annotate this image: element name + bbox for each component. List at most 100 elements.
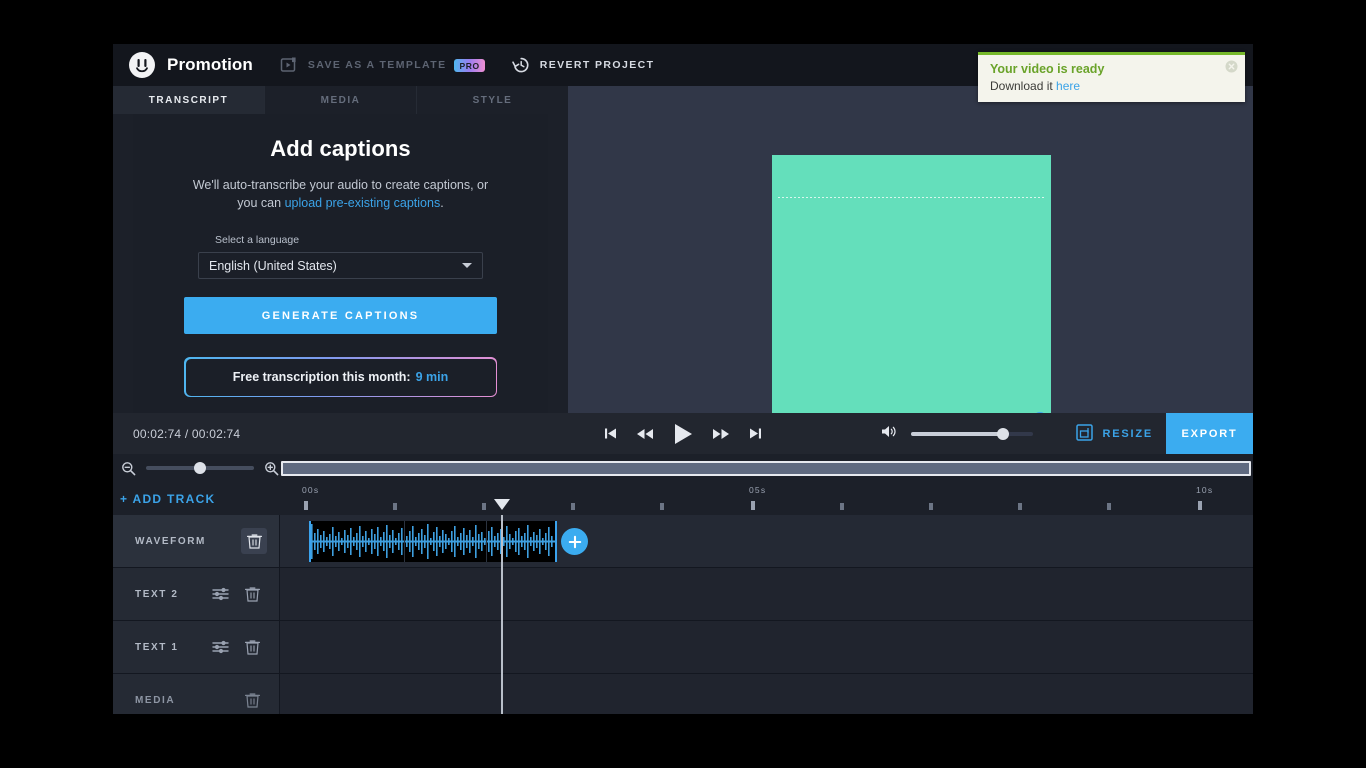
resize-label: RESIZE bbox=[1102, 427, 1153, 440]
track-label-text-1[interactable]: TEXT 1 bbox=[113, 621, 280, 673]
track-lane-waveform[interactable] bbox=[280, 515, 1253, 567]
ruler-tick bbox=[1018, 503, 1022, 510]
free-transcription-value: 9 min bbox=[415, 370, 449, 384]
toast-title: Your video is ready bbox=[990, 62, 1105, 76]
track-row-text-1: TEXT 1 bbox=[113, 621, 1253, 674]
zoom-out-icon[interactable] bbox=[121, 461, 136, 476]
track-lane-media[interactable] bbox=[280, 674, 1253, 714]
timecode-display: 00:02:74 / 00:02:74 bbox=[133, 426, 241, 441]
video-preview bbox=[568, 86, 1253, 435]
volume-slider-handle[interactable] bbox=[996, 427, 1009, 440]
ruler-tick bbox=[840, 503, 844, 510]
track-name: WAVEFORM bbox=[135, 535, 206, 547]
track-name: TEXT 1 bbox=[135, 641, 179, 653]
language-select[interactable]: English (United States) bbox=[198, 252, 483, 279]
waveform-clip[interactable] bbox=[309, 521, 557, 562]
project-title: Promotion bbox=[167, 55, 253, 74]
track-row-media: MEDIA bbox=[113, 674, 1253, 714]
upload-captions-link[interactable]: upload pre-existing captions bbox=[285, 196, 441, 210]
caption-guide-line bbox=[778, 197, 1045, 198]
play-icon[interactable] bbox=[672, 422, 694, 446]
resize-icon bbox=[1076, 423, 1094, 444]
page-title: Add captions bbox=[270, 136, 411, 161]
video-editor-app: Promotion SAVE AS A TEMPLATE PRO REVERT … bbox=[113, 44, 1253, 714]
ruler-tick bbox=[1107, 503, 1111, 510]
ruler-label-00s: 00s bbox=[302, 485, 320, 495]
timeline-ruler[interactable]: 00s 05s 10s bbox=[280, 482, 1253, 515]
toast-body: Download it here bbox=[990, 79, 1233, 93]
ruler-label-05s: 05s bbox=[749, 485, 767, 495]
ruler-label-10s: 10s bbox=[1196, 485, 1214, 495]
headliner-logo-icon[interactable] bbox=[129, 52, 155, 78]
timeline: + ADD TRACK 00s 05s 10s WAVEFORM TEXT 2 … bbox=[113, 482, 1253, 714]
track-label-media[interactable]: MEDIA bbox=[113, 674, 280, 714]
volume-icon[interactable] bbox=[881, 424, 899, 444]
track-lane-text-2[interactable] bbox=[280, 568, 1253, 620]
trash-icon[interactable] bbox=[241, 528, 267, 554]
add-captions-panel: Add captions We'll auto-transcribe your … bbox=[133, 114, 548, 413]
revert-project-label: REVERT PROJECT bbox=[539, 59, 655, 71]
ruler-tick bbox=[482, 503, 486, 510]
fast-forward-icon[interactable] bbox=[712, 427, 730, 441]
language-select-value: English (United States) bbox=[209, 258, 337, 273]
track-list: WAVEFORM TEXT 2 TEXT 1 MEDIA bbox=[113, 499, 1253, 714]
sliders-icon[interactable] bbox=[207, 634, 233, 660]
skip-to-start-icon[interactable] bbox=[603, 426, 618, 441]
tab-transcript[interactable]: TRANSCRIPT bbox=[113, 86, 265, 114]
trash-icon[interactable] bbox=[239, 581, 265, 607]
track-row-text-2: TEXT 2 bbox=[113, 568, 1253, 621]
audio-waveform-graphic bbox=[309, 524, 557, 559]
zoom-in-icon[interactable] bbox=[264, 461, 279, 476]
template-icon bbox=[279, 55, 299, 75]
ruler-tick bbox=[304, 501, 308, 510]
trash-icon[interactable] bbox=[239, 687, 265, 713]
timeline-horizontal-scrollbar[interactable] bbox=[281, 460, 1251, 476]
free-transcription-banner[interactable]: Free transcription this month: 9 min bbox=[184, 357, 497, 397]
add-track-button[interactable]: + ADD TRACK bbox=[120, 492, 216, 506]
tab-style[interactable]: STYLE bbox=[417, 86, 568, 114]
left-panel: TRANSCRIPT MEDIA STYLE Add captions We'l… bbox=[113, 86, 568, 413]
preview-canvas[interactable] bbox=[772, 155, 1051, 435]
export-button[interactable]: EXPORT bbox=[1166, 413, 1253, 454]
zoom-scroll-row bbox=[113, 454, 1253, 482]
close-circle-icon[interactable] bbox=[1225, 60, 1238, 73]
ruler-tick bbox=[393, 503, 397, 510]
save-as-template-button[interactable]: SAVE AS A TEMPLATE PRO bbox=[279, 55, 485, 75]
track-lane-text-1[interactable] bbox=[280, 621, 1253, 673]
ruler-tick bbox=[660, 503, 664, 510]
volume-slider[interactable] bbox=[911, 427, 1033, 440]
generate-captions-button[interactable]: GENERATE CAPTIONS bbox=[184, 297, 497, 334]
revert-project-button[interactable]: REVERT PROJECT bbox=[511, 55, 655, 75]
rewind-icon[interactable] bbox=[636, 427, 654, 441]
add-clip-button[interactable] bbox=[561, 528, 588, 555]
track-label-text-2[interactable]: TEXT 2 bbox=[113, 568, 280, 620]
free-transcription-inner: Free transcription this month: 9 min bbox=[185, 358, 496, 396]
panel-description-suffix: . bbox=[440, 196, 444, 210]
ruler-tick bbox=[1198, 501, 1202, 510]
timeline-playhead[interactable] bbox=[494, 499, 510, 714]
skip-to-end-icon[interactable] bbox=[748, 426, 763, 441]
volume-control bbox=[881, 424, 1033, 444]
track-row-waveform: WAVEFORM bbox=[113, 515, 1253, 568]
chevron-down-icon bbox=[462, 263, 472, 268]
track-label-waveform[interactable]: WAVEFORM bbox=[113, 515, 280, 567]
history-clock-icon bbox=[511, 55, 531, 75]
track-name: MEDIA bbox=[135, 694, 176, 706]
save-as-template-label: SAVE AS A TEMPLATE bbox=[307, 59, 447, 71]
sliders-icon[interactable] bbox=[207, 581, 233, 607]
free-transcription-label: Free transcription this month: bbox=[232, 370, 411, 384]
volume-slider-fill bbox=[911, 431, 1003, 436]
tab-media[interactable]: MEDIA bbox=[265, 86, 417, 114]
track-name: TEXT 2 bbox=[135, 588, 179, 600]
resize-button[interactable]: RESIZE bbox=[1067, 423, 1153, 444]
trash-icon[interactable] bbox=[239, 634, 265, 660]
panel-tabs: TRANSCRIPT MEDIA STYLE bbox=[113, 86, 568, 114]
language-field-label: Select a language bbox=[215, 234, 300, 246]
ruler-tick bbox=[751, 501, 755, 510]
toast-body-text: Download it bbox=[990, 79, 1057, 93]
timeline-zoom-slider[interactable] bbox=[146, 462, 254, 474]
timeline-zoom-handle[interactable] bbox=[194, 462, 206, 474]
playhead-handle[interactable] bbox=[494, 499, 510, 510]
toast-download-link[interactable]: here bbox=[1056, 79, 1080, 93]
ruler-tick bbox=[929, 503, 933, 510]
